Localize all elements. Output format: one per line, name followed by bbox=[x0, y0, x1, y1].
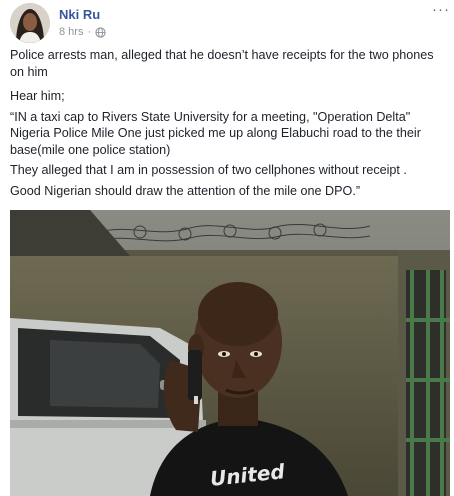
post-paragraph: They alleged that I am in possession of … bbox=[10, 163, 407, 177]
avatar[interactable] bbox=[10, 3, 50, 43]
post-paragraph: Hear him; bbox=[10, 89, 65, 103]
post-timestamp[interactable]: 8 hrs bbox=[59, 26, 83, 38]
post-meta: 8 hrs · bbox=[59, 26, 106, 38]
post-photo[interactable]: United bbox=[10, 210, 450, 496]
author-name[interactable]: Nki Ru bbox=[59, 7, 100, 22]
post-paragraph: Good Nigerian should draw the attention … bbox=[10, 183, 361, 198]
more-options-icon[interactable]: ··· bbox=[431, 2, 451, 18]
post-paragraph: Police arrests man, alleged that he does… bbox=[10, 48, 434, 79]
facebook-post: Nki Ru 8 hrs · ··· Police arrests man, a… bbox=[0, 0, 454, 496]
post-text: Police arrests man, alleged that he does… bbox=[10, 47, 448, 203]
post-paragraph: “IN a taxi cap to Rivers State Universit… bbox=[10, 109, 421, 157]
globe-icon bbox=[95, 26, 106, 38]
